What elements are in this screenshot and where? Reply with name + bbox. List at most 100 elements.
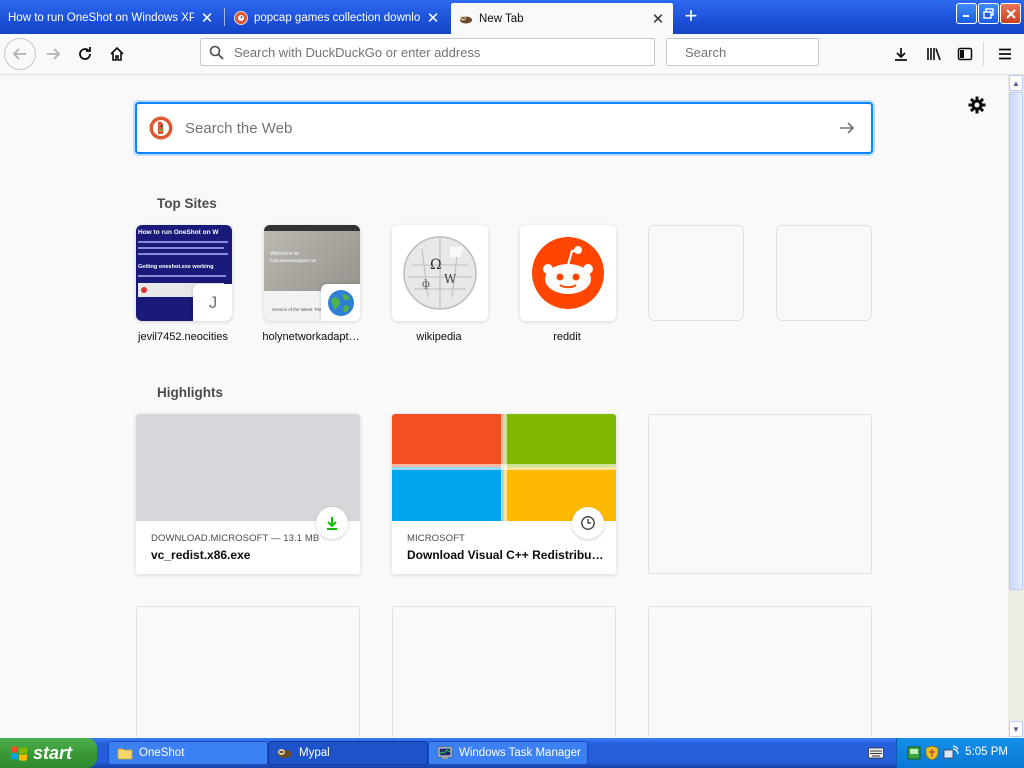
- empty-top-site-slot: [776, 225, 872, 321]
- top-site-tile[interactable]: [520, 225, 616, 321]
- keyboard-icon[interactable]: [868, 746, 884, 760]
- security-shield-icon[interactable]: [925, 745, 939, 761]
- tab-title: How to run OneShot on Windows XP: [8, 11, 194, 24]
- minimize-button[interactable]: [956, 3, 977, 24]
- address-bar[interactable]: [200, 38, 655, 66]
- reload-button[interactable]: [70, 39, 100, 69]
- gear-icon[interactable]: [967, 95, 987, 115]
- top-site-tile[interactable]: How to run OneShot on W Getting oneshot.…: [136, 225, 232, 321]
- clock-icon: [581, 516, 595, 530]
- site-letter: J: [208, 293, 218, 312]
- reload-icon: [79, 47, 91, 60]
- taskbar-item-oneshot[interactable]: OneShot: [108, 741, 268, 765]
- web-search-box[interactable]: [135, 102, 873, 154]
- search-icon: [209, 45, 224, 60]
- top-sites-heading: Top Sites: [157, 196, 217, 211]
- minimize-icon: [963, 15, 969, 17]
- wireless-connection-icon[interactable]: [943, 745, 959, 761]
- top-site-label[interactable]: reddit: [512, 331, 622, 343]
- scrollbar-thumb[interactable]: [1009, 92, 1023, 590]
- close-tab-icon[interactable]: ✕: [651, 11, 665, 28]
- tab-separator: [224, 8, 225, 26]
- top-site-label[interactable]: wikipedia: [384, 331, 494, 343]
- top-site-label[interactable]: jevil7452.neocities: [128, 331, 238, 343]
- empty-highlight-slot: [648, 606, 872, 737]
- globe-icon: [328, 290, 354, 316]
- download-icon: [327, 517, 337, 530]
- highlight-card[interactable]: MICROSOFT Download Visual C++ Redistribu…: [392, 414, 616, 574]
- sidebar-button[interactable]: [950, 39, 980, 69]
- top-site-tile[interactable]: Welcome to holynetworkadapter.net Servic…: [264, 225, 360, 321]
- svg-text:ф: ф: [422, 279, 430, 290]
- empty-top-site-slot: [648, 225, 744, 321]
- new-tab-button[interactable]: +: [680, 5, 702, 28]
- empty-highlight-slot: [392, 606, 616, 737]
- start-button[interactable]: start: [0, 738, 97, 768]
- tab-popcap[interactable]: popcap games collection download ✕: [226, 3, 448, 32]
- downloads-button[interactable]: [886, 39, 916, 69]
- search-bar[interactable]: [666, 38, 863, 66]
- system-tray: 5:05 PM: [896, 738, 1024, 768]
- thumbnail-heading: Welcome to: [270, 251, 299, 257]
- back-arrow-icon: [12, 48, 26, 60]
- highlight-card[interactable]: DOWNLOAD.MICROSOFT — 13.1 MB vc_redist.x…: [136, 414, 360, 574]
- task-manager-icon: [437, 746, 453, 759]
- web-search-input[interactable]: [183, 118, 837, 138]
- vertical-scrollbar[interactable]: ▲ ▼: [1008, 75, 1024, 737]
- tab-new-tab[interactable]: New Tab ✕: [451, 3, 673, 34]
- tab-title: New Tab: [479, 12, 524, 25]
- menu-button[interactable]: [990, 39, 1020, 69]
- search-input[interactable]: [683, 43, 863, 61]
- restore-icon: [983, 8, 994, 19]
- highlight-type-badge: [316, 507, 348, 539]
- close-icon: [1005, 8, 1016, 19]
- thumbnail-heading: How to run OneShot on W: [138, 229, 219, 236]
- scroll-up-button[interactable]: ▲: [1009, 75, 1023, 91]
- taskbar-item-task-manager[interactable]: Windows Task Manager: [428, 741, 588, 765]
- svg-text:W: W: [444, 272, 457, 286]
- tab-title: popcap games collection download: [254, 11, 420, 24]
- navigation-toolbar: [0, 34, 1024, 75]
- taskbar-item-label: OneShot: [139, 747, 185, 759]
- thumbnail-subheading: Getting oneshot.exe working: [138, 264, 214, 270]
- library-button[interactable]: [919, 39, 949, 69]
- back-button[interactable]: [4, 38, 36, 70]
- sidebar-icon: [957, 47, 973, 61]
- duckduckgo-icon: [149, 116, 173, 140]
- highlight-title: Download Visual C++ Redistribu…: [407, 548, 604, 562]
- site-favicon-badge: [321, 284, 360, 321]
- taskbar-item-mypal[interactable]: Mypal: [268, 741, 428, 765]
- clock: 5:05 PM: [965, 746, 1008, 758]
- svg-text:Ω: Ω: [430, 257, 442, 273]
- forward-arrow-icon: [47, 48, 61, 60]
- taskbar-item-label: Windows Task Manager: [459, 747, 581, 759]
- highlight-source: DOWNLOAD.MICROSOFT — 13.1 MB: [151, 533, 320, 544]
- taskbar: start OneShot Mypal Windows Task Manager…: [0, 738, 1024, 768]
- arrow-right-icon[interactable]: [837, 118, 857, 138]
- close-window-button[interactable]: [1000, 3, 1021, 24]
- restore-button[interactable]: [978, 3, 999, 24]
- close-tab-icon[interactable]: ✕: [200, 10, 214, 27]
- forward-button[interactable]: [38, 39, 68, 69]
- scroll-down-button[interactable]: ▼: [1009, 721, 1023, 737]
- close-tab-icon[interactable]: ✕: [426, 10, 440, 27]
- highlight-type-badge: [572, 507, 604, 539]
- site-letter-badge: J: [193, 284, 232, 321]
- empty-highlight-slot: [648, 414, 872, 574]
- start-label: start: [33, 742, 73, 763]
- home-button[interactable]: [102, 39, 132, 69]
- top-site-tile[interactable]: Ω W ф: [392, 225, 488, 321]
- thumbnail-caption: Service of the Week: Ptaq: [272, 307, 324, 312]
- library-icon: [926, 48, 941, 61]
- highlight-thumbnail: [136, 414, 360, 521]
- hamburger-menu-icon: [999, 48, 1011, 60]
- tab-strip: How to run OneShot on Windows XP ✕ popca…: [0, 0, 1024, 34]
- taskbar-item-label: Mypal: [299, 747, 330, 759]
- toolbar-separator: [983, 42, 984, 66]
- address-input[interactable]: [232, 43, 654, 61]
- top-site-label[interactable]: holynetworkadapt…: [256, 331, 366, 343]
- ferret-icon: [460, 15, 472, 23]
- tab-oneshot[interactable]: How to run OneShot on Windows XP ✕: [0, 3, 222, 32]
- network-icon[interactable]: [907, 746, 921, 760]
- new-tab-page: Top Sites How to run OneShot on W Gettin…: [0, 75, 1008, 737]
